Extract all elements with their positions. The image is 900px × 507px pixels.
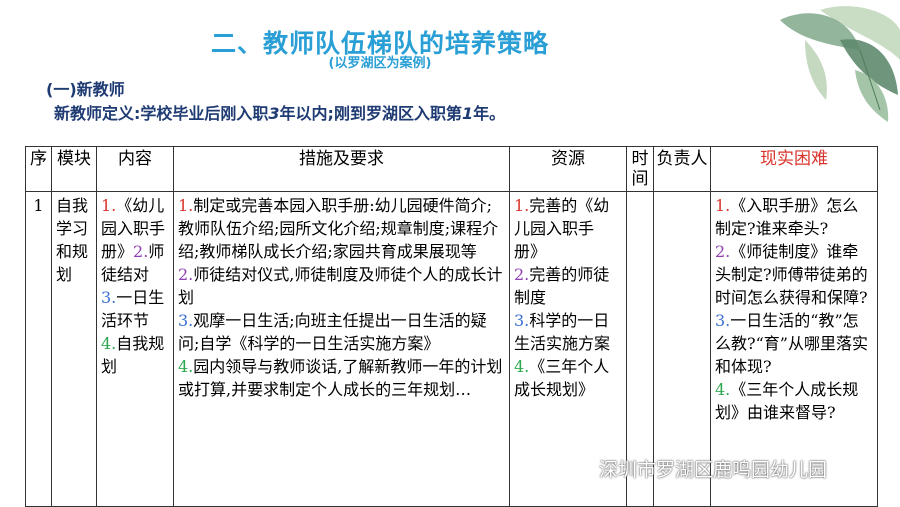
resource-2-text: 完善的师徒制度	[514, 265, 610, 307]
watermark-text: 深圳市罗湖区鹿鸣园幼儿园	[599, 459, 828, 481]
watermark: 深圳市罗湖区鹿鸣园幼儿园	[565, 455, 827, 482]
strategy-table: 序 模块 内容 措施及要求 资源 时间 负责人 现实困难 1 自我学习和规划 1…	[25, 146, 878, 507]
resource-4-text: 《三年个人成长规划》	[514, 357, 610, 399]
table-header-row: 序 模块 内容 措施及要求 资源 时间 负责人 现实困难	[25, 146, 878, 192]
cell-module: 自我学习和规划	[51, 191, 97, 507]
measure-2-text: 师徒结对仪式,师徒制度及师徒个人的成长计划	[178, 265, 503, 307]
difficulty-1-num: 1.	[715, 196, 731, 215]
resource-1-num: 1.	[514, 196, 530, 215]
content-item-2-num: 2.	[133, 242, 149, 261]
definition-line: 新教师定义:学校毕业后刚入职3年以内;刚到罗湖区入职第1年。	[54, 100, 505, 124]
cell-measures: 1.制定或完善本园入职手册:幼儿园硬件简介;教师队伍介绍;园所文化介绍;规章制度…	[173, 191, 510, 507]
difficulty-2-text: 《师徒制度》谁牵头制定?师傅带徒弟的时间怎么获得和保障?	[715, 242, 868, 307]
difficulty-4-num: 4.	[715, 380, 731, 399]
leaf-decoration-icon	[780, 6, 900, 122]
definition-mid: 年以内;刚到罗湖区入职第	[279, 104, 462, 123]
content-item-3-num: 3.	[101, 288, 117, 307]
definition-num1: 3	[268, 104, 280, 123]
header-module: 模块	[51, 146, 97, 192]
cell-seq: 1	[25, 191, 52, 507]
header-resources: 资源	[509, 146, 627, 192]
header-time: 时间	[626, 146, 654, 192]
header-measures: 措施及要求	[173, 146, 510, 192]
difficulty-4-text: 《三年个人成长规划》由谁来督导?	[715, 380, 859, 422]
measure-1-text: 制定或完善本园入职手册:幼儿园硬件简介;教师队伍介绍;园所文化介绍;规章制度;课…	[178, 196, 499, 261]
header-owner: 负责人	[653, 146, 711, 192]
difficulty-3-num: 3.	[715, 311, 731, 330]
definition-prefix: 新教师定义:学校毕业后刚入职	[54, 104, 269, 123]
definition-num2: 1	[461, 104, 474, 123]
resource-2-num: 2.	[514, 265, 530, 284]
header-difficulty: 现实困难	[710, 146, 878, 192]
measure-4-text: 园内领导与教师谈话,了解新教师一年的计划或打算,并要求制定个人成长的三年规划…	[178, 357, 503, 399]
difficulty-2-num: 2.	[715, 242, 731, 261]
header-seq: 序	[25, 146, 52, 192]
cell-content: 1.《幼儿园入职手册》2.师徒结对 3.一日生活环节 4.自我规划	[96, 191, 174, 507]
header-content: 内容	[96, 146, 174, 192]
page-subtitle: (以罗湖区为案例)	[328, 56, 432, 71]
difficulty-3-text: 一日生活的“教”怎么教?“育”从哪里落实和体现?	[715, 311, 868, 376]
content-item-4-num: 4.	[101, 334, 117, 353]
measure-3-text: 观摩一日生活;向班主任提出一日生活的疑问;自学《科学的一日生活实施方案》	[178, 311, 487, 353]
difficulty-1-text: 《入职手册》怎么制定?谁来牵头?	[715, 196, 859, 238]
measure-1-num: 1.	[178, 196, 194, 215]
content-item-1-num: 1.	[101, 196, 117, 215]
resource-1-text: 完善的《幼儿园入职手册》	[514, 196, 610, 261]
resource-3-text: 科学的一日生活实施方案	[514, 311, 611, 353]
wechat-icon	[565, 457, 593, 479]
measure-3-num: 3.	[178, 311, 194, 330]
resource-3-num: 3.	[514, 311, 530, 330]
resource-4-num: 4.	[514, 357, 530, 376]
definition-suffix: 年。	[473, 104, 506, 123]
measure-4-num: 4.	[178, 357, 194, 376]
section-heading: (一)新教师	[46, 80, 125, 99]
measure-2-num: 2.	[178, 265, 194, 284]
